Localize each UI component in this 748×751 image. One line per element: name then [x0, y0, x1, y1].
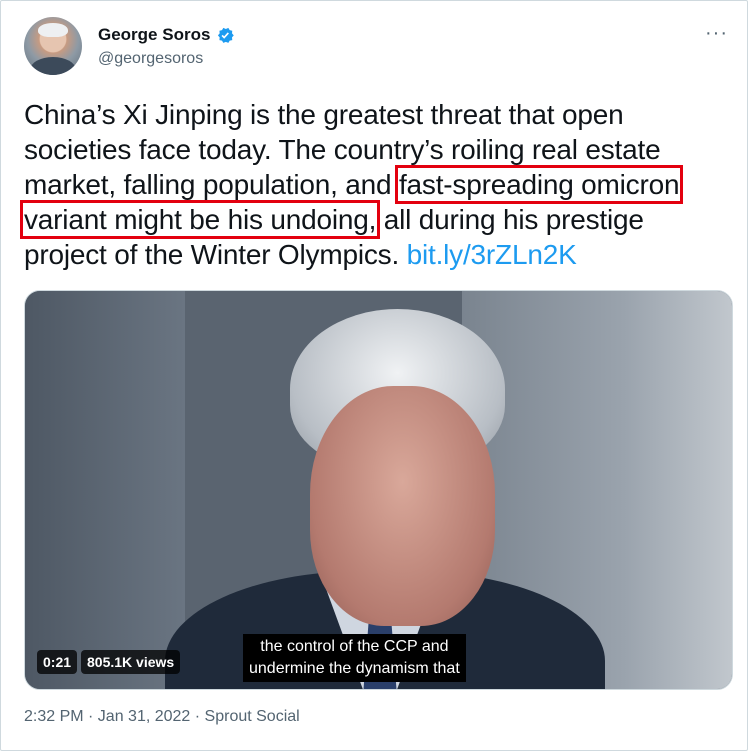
- tweet-text-segment: all during his prestige: [376, 204, 644, 235]
- author-name[interactable]: George Soros: [98, 25, 210, 45]
- tweet-line-1: China’s Xi Jinping is the greatest threa…: [24, 99, 624, 130]
- tweet-line-5: project of the Winter Olympics. bit.ly/3…: [24, 237, 724, 272]
- tweet-text-segment: market, falling population, and: [24, 169, 399, 200]
- tweet-text-segment: project of the Winter Olympics.: [24, 239, 407, 270]
- video-figure-face: [310, 386, 495, 626]
- tweet-line-4: variant might be his undoing, all during…: [19, 200, 724, 239]
- highlighted-phrase-2: variant might be his undoing,: [19, 200, 381, 239]
- caption-line-2: undermine the dynamism that: [249, 660, 460, 677]
- author-handle[interactable]: @georgesoros: [98, 50, 203, 68]
- tweet-link[interactable]: bit.ly/3rZLn2K: [407, 239, 577, 270]
- tweet-text: China’s Xi Jinping is the greatest threa…: [19, 97, 724, 272]
- video-player[interactable]: the control of the CCP and undermine the…: [24, 290, 733, 690]
- author-avatar[interactable]: [24, 17, 82, 75]
- tweet-line-3: market, falling population, and fast-spr…: [24, 165, 724, 204]
- video-background-left: [25, 291, 185, 689]
- video-caption: the control of the CCP and undermine the…: [243, 634, 466, 682]
- tweet-line-2: societies face today. The country’s roil…: [24, 134, 661, 165]
- verified-badge-icon: [218, 27, 235, 43]
- video-views-badge: 805.1K views: [81, 650, 181, 674]
- author-name-row[interactable]: George Soros: [98, 25, 235, 45]
- more-options-icon[interactable]: ···: [705, 22, 728, 45]
- tweet-timestamp[interactable]: 2:32 PM · Jan 31, 2022 · Sprout Social: [24, 708, 300, 726]
- caption-line-1: the control of the CCP and: [260, 638, 449, 655]
- highlighted-phrase-1: fast-spreading omicron: [394, 165, 684, 204]
- video-time-badge: 0:21: [37, 650, 78, 674]
